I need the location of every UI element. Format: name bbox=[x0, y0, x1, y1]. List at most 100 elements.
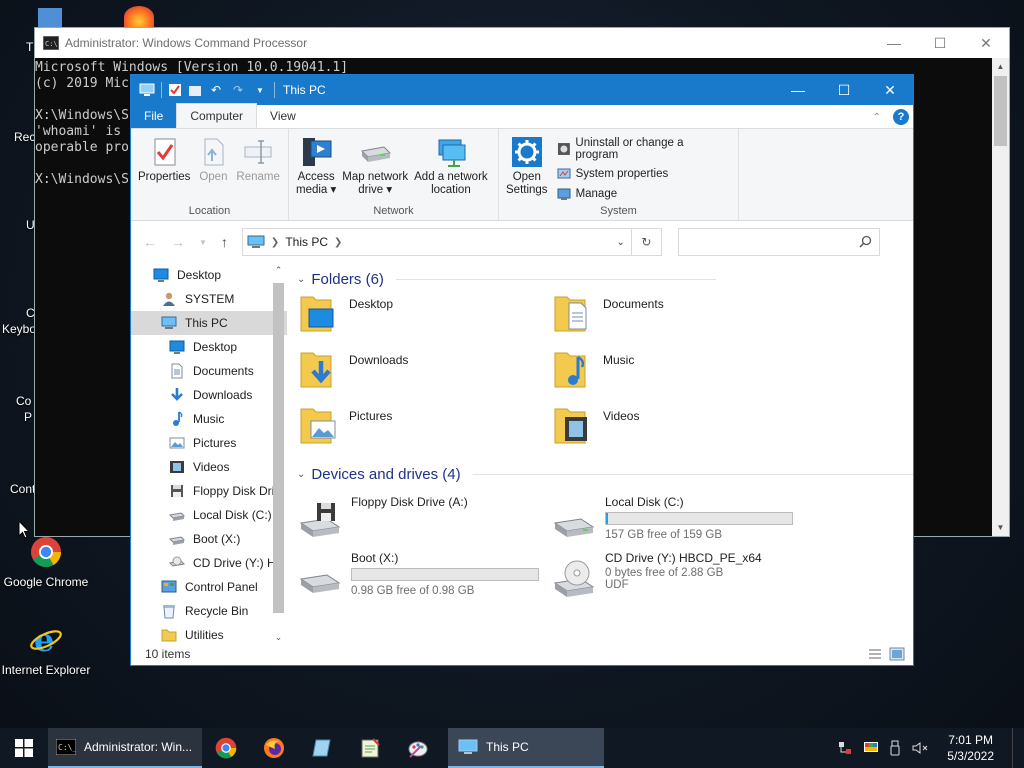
nav-item-documents[interactable]: Documents bbox=[131, 359, 287, 383]
desktop-internet-explorer[interactable]: e Internet Explorer bbox=[0, 621, 92, 677]
collapse-ribbon-icon[interactable]: ⌃ bbox=[873, 112, 881, 123]
desktop-icon-partial[interactable] bbox=[38, 8, 62, 28]
file-explorer-window[interactable]: ↶ ↷ ▼ This PC — ☐ ✕ File Computer View ⌃… bbox=[130, 74, 914, 666]
undo-icon[interactable]: ↶ bbox=[208, 82, 224, 98]
display-settings-icon[interactable] bbox=[863, 740, 879, 756]
cmd-minimize-button[interactable]: — bbox=[871, 28, 917, 58]
nav-item-downloads[interactable]: Downloads bbox=[131, 383, 287, 407]
back-arrow-icon[interactable]: ← bbox=[143, 234, 157, 250]
folder-music[interactable]: Music bbox=[551, 347, 791, 395]
search-box[interactable] bbox=[677, 228, 880, 256]
usb-device-icon[interactable] bbox=[889, 740, 901, 756]
manage-button[interactable]: Manage bbox=[557, 187, 728, 201]
folder-pictures[interactable]: Pictures bbox=[297, 403, 537, 451]
start-button[interactable] bbox=[0, 728, 48, 768]
desktop-chrome[interactable]: Google Chrome bbox=[0, 536, 92, 589]
desktop-label-fragment[interactable]: Rec bbox=[14, 130, 35, 144]
explorer-title-bar[interactable]: ↶ ↷ ▼ This PC — ☐ ✕ bbox=[131, 75, 913, 105]
volume-muted-icon[interactable] bbox=[911, 740, 929, 756]
explorer-minimize-button[interactable]: — bbox=[775, 75, 821, 105]
nav-item-floppy-disk-dri[interactable]: Floppy Disk Dri bbox=[131, 479, 287, 503]
this-pc-icon[interactable] bbox=[139, 83, 155, 97]
nav-item-system[interactable]: SYSTEM bbox=[131, 287, 287, 311]
network-tool-icon[interactable] bbox=[837, 740, 853, 756]
breadcrumb-separator-icon[interactable]: ❯ bbox=[334, 237, 342, 248]
uninstall-program-button[interactable]: Uninstall or change a program bbox=[557, 137, 728, 161]
nav-item-pictures[interactable]: Pictures bbox=[131, 431, 287, 455]
nav-item-desktop[interactable]: Desktop bbox=[131, 335, 287, 359]
drive-local-disk-c[interactable]: Local Disk (C:) 157 GB free of 159 GB bbox=[551, 495, 801, 553]
desktop-label-fragment[interactable]: T bbox=[26, 40, 33, 54]
cmd-scrollbar[interactable]: ▲ ▼ bbox=[992, 58, 1009, 536]
navigation-pane-scrollbar[interactable]: ⌃ ⌄ bbox=[270, 263, 287, 645]
refresh-icon[interactable]: ↻ bbox=[630, 229, 661, 255]
tab-view[interactable]: View bbox=[257, 104, 309, 128]
up-arrow-icon[interactable]: ↑ bbox=[221, 234, 228, 250]
desktop-label-fragment[interactable]: Co bbox=[16, 394, 31, 408]
large-icons-view-icon[interactable] bbox=[889, 647, 905, 661]
scroll-up-icon[interactable]: ▲ bbox=[992, 62, 1009, 71]
nav-item-music[interactable]: Music bbox=[131, 407, 287, 431]
address-dropdown-icon[interactable]: ⌄ bbox=[617, 237, 625, 248]
firefox-desktop-icon[interactable] bbox=[124, 6, 154, 28]
cmd-title-bar[interactable]: C:\ Administrator: Windows Command Proce… bbox=[35, 28, 1009, 58]
nav-item-local-disk-c[interactable]: Local Disk (C:) bbox=[131, 503, 287, 527]
devices-group-header[interactable]: ⌄ Devices and drives (4) bbox=[297, 466, 913, 483]
clock[interactable]: 7:01 PM 5/3/2022 bbox=[939, 732, 1002, 764]
navigation-scroll-thumb[interactable] bbox=[273, 283, 284, 613]
redo-icon[interactable]: ↷ bbox=[230, 82, 246, 98]
scroll-down-icon[interactable]: ⌄ bbox=[270, 632, 287, 643]
drive-cd-drive-y[interactable]: CD Drive (Y:) HBCD_PE_x64 0 bytes free of… bbox=[551, 551, 801, 609]
system-properties-button[interactable]: System properties bbox=[557, 167, 728, 181]
nav-item-utilities[interactable]: Utilities bbox=[131, 623, 287, 645]
properties-check-icon[interactable] bbox=[168, 83, 182, 97]
taskbar-editor-button[interactable] bbox=[346, 728, 394, 768]
navigation-pane[interactable]: Desktop SYSTEM This PC Desktop Documents Down… bbox=[131, 263, 287, 645]
breadcrumb-separator-icon[interactable]: ❯ bbox=[271, 237, 279, 248]
desktop-label-fragment[interactable]: Keybo bbox=[2, 322, 36, 336]
show-desktop-button[interactable] bbox=[1012, 728, 1016, 768]
nav-item-boot-x[interactable]: Boot (X:) bbox=[131, 527, 287, 551]
forward-arrow-icon[interactable]: → bbox=[171, 234, 185, 250]
drive-floppy-disk-drive[interactable]: Floppy Disk Drive (A:) bbox=[297, 495, 547, 553]
tab-file[interactable]: File bbox=[131, 104, 177, 128]
explorer-close-button[interactable]: ✕ bbox=[867, 75, 913, 105]
collapse-chevron-icon[interactable]: ⌄ bbox=[297, 274, 305, 285]
breadcrumb-this-pc[interactable]: This PC bbox=[285, 235, 328, 249]
nav-item-cd-drive-y-h[interactable]: CD Drive (Y:) H bbox=[131, 551, 287, 575]
cmd-maximize-button[interactable]: ☐ bbox=[917, 28, 963, 58]
desktop-label-fragment[interactable]: Cont bbox=[10, 482, 35, 496]
help-icon[interactable]: ? bbox=[893, 109, 909, 125]
taskbar-cmd-button[interactable]: C:\_ Administrator: Win... bbox=[48, 728, 202, 768]
nav-item-this-pc[interactable]: This PC bbox=[131, 311, 287, 335]
folder-desktop[interactable]: Desktop bbox=[297, 291, 537, 339]
recent-locations-icon[interactable]: ▼ bbox=[199, 238, 207, 247]
taskbar-chrome-button[interactable] bbox=[202, 728, 250, 768]
customize-qat-icon[interactable]: ▼ bbox=[252, 82, 268, 98]
taskbar-firefox-button[interactable] bbox=[250, 728, 298, 768]
scroll-down-icon[interactable]: ▼ bbox=[992, 523, 1009, 532]
folder-videos[interactable]: Videos bbox=[551, 403, 791, 451]
content-pane[interactable]: ⌄ Folders (6) Desktop Documents Download… bbox=[297, 263, 913, 645]
folder-downloads[interactable]: Downloads bbox=[297, 347, 537, 395]
taskbar-paint-button[interactable] bbox=[394, 728, 442, 768]
taskbar-notepad-button[interactable] bbox=[298, 728, 346, 768]
desktop-label-fragment[interactable]: P bbox=[24, 410, 32, 424]
details-view-icon[interactable] bbox=[867, 647, 883, 661]
new-folder-icon[interactable] bbox=[188, 83, 202, 97]
drive-boot-x[interactable]: Boot (X:) 0.98 GB free of 0.98 GB bbox=[297, 551, 547, 609]
folder-documents[interactable]: Documents bbox=[551, 291, 791, 339]
tab-computer[interactable]: Computer bbox=[176, 103, 258, 128]
scroll-up-icon[interactable]: ⌃ bbox=[270, 265, 287, 276]
cmd-scroll-thumb[interactable] bbox=[994, 76, 1007, 146]
nav-item-control-panel[interactable]: Control Panel bbox=[131, 575, 287, 599]
nav-item-videos[interactable]: Videos bbox=[131, 455, 287, 479]
nav-item-recycle-bin[interactable]: Recycle Bin bbox=[131, 599, 287, 623]
explorer-maximize-button[interactable]: ☐ bbox=[821, 75, 867, 105]
collapse-chevron-icon[interactable]: ⌄ bbox=[297, 469, 305, 480]
nav-item-desktop[interactable]: Desktop bbox=[131, 263, 287, 287]
taskbar-explorer-button[interactable]: This PC bbox=[448, 728, 604, 768]
address-bar[interactable]: ❯ This PC ❯ ⌄ ↻ bbox=[241, 228, 662, 256]
folders-group-header[interactable]: ⌄ Folders (6) bbox=[297, 271, 716, 288]
cmd-close-button[interactable]: ✕ bbox=[963, 28, 1009, 58]
